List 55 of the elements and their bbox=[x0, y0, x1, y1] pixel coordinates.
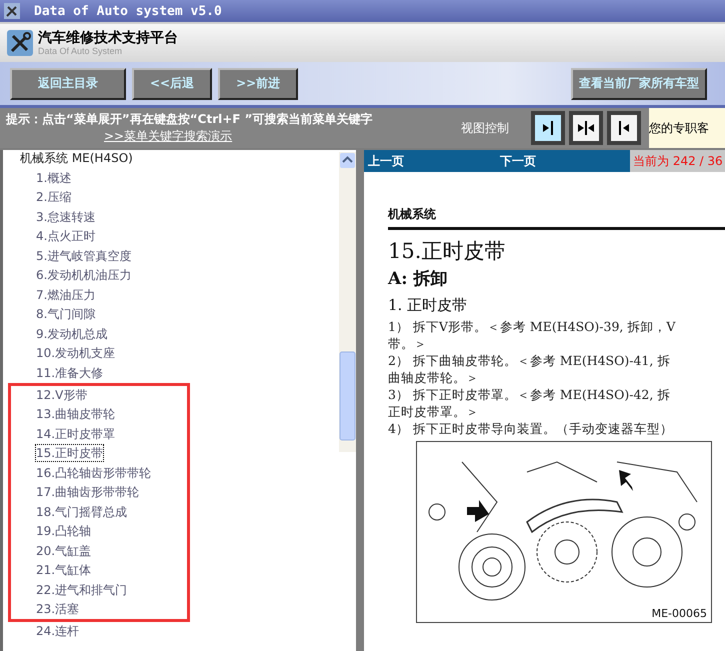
document-line: 曲轴皮带轮。＞ bbox=[388, 369, 479, 386]
view-button[interactable] bbox=[569, 111, 603, 145]
document-line: 4） 拆下正时皮带导向装置。（手动变速器车型） bbox=[388, 420, 673, 437]
tree-item[interactable]: 13.曲轴皮带轮 bbox=[35, 405, 116, 424]
tree-item[interactable]: 11.准备大修 bbox=[35, 364, 104, 382]
tree-item[interactable]: 4.点火正时 bbox=[35, 227, 96, 246]
tree-item[interactable]: 9.发动机总成 bbox=[35, 324, 108, 343]
figure-label: ME-00065 bbox=[652, 607, 707, 620]
document-title: 15.正时皮带 bbox=[388, 238, 506, 265]
hint-text: 提示：点击“菜单展开”再在键盘按“Ctrl+F ”可搜索当前菜单关键字 bbox=[6, 111, 374, 128]
prev-page-link[interactable]: 上一页 bbox=[368, 152, 404, 170]
tree-item[interactable]: 2.压缩 bbox=[35, 188, 72, 206]
tree-item[interactable]: 19.凸轮轴 bbox=[35, 522, 92, 540]
nav-button[interactable]: >>前进 bbox=[218, 68, 298, 100]
next-page-link[interactable]: 下一页 bbox=[500, 152, 536, 170]
view-button[interactable] bbox=[531, 111, 565, 145]
tree-item[interactable]: 14.正时皮带罩 bbox=[35, 424, 116, 443]
app-subtitle: Data Of Auto System bbox=[38, 46, 124, 56]
scrollbar[interactable] bbox=[339, 152, 356, 452]
tree-item[interactable]: 8.气门间隙 bbox=[35, 305, 96, 324]
view-button[interactable] bbox=[607, 111, 641, 145]
wrench-screwdriver-icon bbox=[6, 29, 34, 57]
tree-item[interactable]: 10.发动机支座 bbox=[35, 344, 116, 362]
tree-item[interactable]: 22.进气和排气门 bbox=[35, 580, 128, 599]
tree-item[interactable]: 6.发动机机油压力 bbox=[35, 266, 132, 284]
tree-item[interactable]: 17.曲轴齿形带带轮 bbox=[35, 483, 140, 502]
section-label: 机械系统 bbox=[388, 206, 437, 223]
document-line: 正时皮带罩。＞ bbox=[388, 403, 479, 420]
document-line: 3） 拆下正时皮带罩。＜参考 ME(H4SO)-42, 拆 bbox=[388, 386, 670, 403]
tree-item[interactable]: 机械系统 ME(H4SO) bbox=[8, 150, 133, 168]
app-title: 汽车维修技术支持平台 bbox=[38, 30, 178, 46]
tree-item[interactable]: 3.怠速转速 bbox=[35, 208, 96, 226]
view-control-label: 视图控制 bbox=[461, 120, 510, 136]
search-demo-link[interactable]: >>菜单关键字搜索演示 bbox=[104, 128, 461, 145]
notice-text: 您的专职客 bbox=[649, 108, 725, 148]
tree-item[interactable]: 21.气缸体 bbox=[35, 561, 92, 580]
document-subtitle: A: 拆卸 bbox=[388, 268, 448, 291]
tree-item[interactable]: 18.气门摇臂总成 bbox=[35, 502, 128, 521]
tree-item[interactable]: 7.燃油压力 bbox=[35, 286, 96, 304]
tree-item[interactable]: 24.连杆 bbox=[35, 622, 80, 640]
tree-item[interactable]: 5.进气岐管真空度 bbox=[35, 246, 132, 265]
tree-item[interactable]: 1.概述 bbox=[35, 168, 72, 187]
nav-button[interactable]: <<后退 bbox=[132, 68, 212, 100]
all-models-button[interactable]: 查看当前厂家所有车型 bbox=[571, 68, 707, 100]
document-line: 带。＞ bbox=[388, 335, 427, 352]
tree-item[interactable]: 15.正时皮带 bbox=[35, 444, 104, 462]
tree-item[interactable]: 16.凸轮轴齿形带带轮 bbox=[35, 464, 152, 482]
window-title: Data of Auto system v5.0 bbox=[34, 4, 222, 18]
nav-button[interactable]: 返回主目录 bbox=[10, 68, 126, 100]
arrows-inward-icon bbox=[576, 118, 596, 138]
page-indicator: 当前为 242 / 36 bbox=[630, 150, 725, 172]
tree-item[interactable]: 20.气缸盖 bbox=[35, 542, 92, 560]
document-line: 1） 拆下V形带。＜参考 ME(H4SO)-39, 拆卸，V bbox=[388, 318, 676, 335]
document-line: 2） 拆下曲轴皮带轮。＜参考 ME(H4SO)-41, 拆 bbox=[388, 352, 670, 369]
document-heading: 1. 正时皮带 bbox=[388, 295, 468, 316]
